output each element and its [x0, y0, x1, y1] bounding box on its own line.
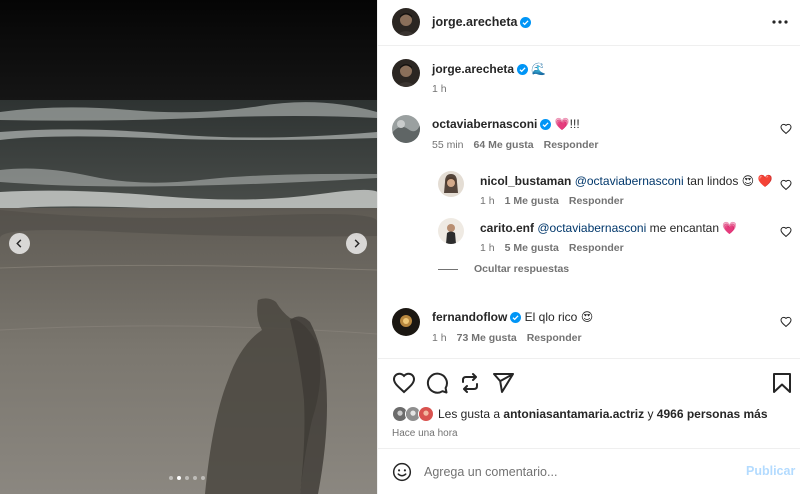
hide-replies-line — [438, 268, 458, 270]
comment-time[interactable]: 1 h — [432, 332, 447, 344]
comment-input[interactable] — [424, 462, 724, 482]
comment-body: octaviabernasconi 💗!!! — [432, 117, 580, 131]
reply-button[interactable]: Responder — [569, 242, 624, 254]
likes-user-link[interactable]: antoniasantamaria.actriz — [503, 407, 644, 421]
post-actions: Les gusta a antoniasantamaria.actriz y 4… — [378, 358, 800, 448]
carousel-previous-button[interactable] — [9, 233, 30, 254]
likes-others-link[interactable]: 4966 personas más — [657, 407, 768, 421]
likers-avatars[interactable] — [392, 406, 436, 422]
hide-replies-label[interactable]: Ocultar respuestas — [474, 263, 569, 275]
reply-body: nicol_bustaman @octaviabernasconi tan li… — [480, 174, 772, 188]
hide-replies-button[interactable]: Ocultar respuestas — [438, 263, 569, 275]
comment-meta: 1 h 73 Me gusta Responder — [432, 332, 592, 344]
reply-avatar[interactable] — [438, 171, 464, 197]
comment-username[interactable]: fernandoflow — [432, 310, 507, 324]
like-comment-heart-icon[interactable] — [780, 316, 792, 328]
likes-summary: Les gusta a antoniasantamaria.actriz y 4… — [392, 406, 768, 422]
reply-body: carito.enf @octaviabernasconi me encanta… — [480, 221, 737, 235]
comment-time[interactable]: 1 h — [480, 242, 495, 254]
comment-avatar[interactable] — [392, 308, 420, 336]
likes-joiner: y — [647, 407, 654, 421]
post-header: jorge.arecheta — [378, 0, 800, 46]
caption-avatar[interactable] — [392, 59, 420, 87]
comment-likes[interactable]: 73 Me gusta — [457, 332, 517, 344]
mention-link[interactable]: @octaviabernasconi — [575, 174, 684, 188]
caption-time[interactable]: 1 h — [432, 83, 447, 95]
caption-meta: 1 h — [432, 83, 457, 95]
more-horizontal-icon — [772, 20, 788, 24]
comment-composer: Publicar — [378, 448, 800, 494]
more-options-button[interactable] — [768, 12, 792, 32]
chevron-left-icon — [16, 239, 22, 248]
like-comment-heart-icon[interactable] — [780, 226, 792, 238]
comment-username[interactable]: carito.enf — [480, 221, 534, 235]
carousel-dot — [177, 476, 181, 480]
beach-night-photo — [0, 0, 377, 494]
likes-prefix: Les gusta a — [438, 407, 501, 421]
comment-text: tan lindos 😍 ❤️ — [686, 174, 773, 188]
liker-avatar — [418, 406, 434, 422]
comments-list[interactable]: jorge.arecheta 🌊 1 h octaviabernasconi 💗… — [378, 46, 800, 358]
comment-username[interactable]: octaviabernasconi — [432, 117, 537, 131]
post-time-ago[interactable]: Hace una hora — [392, 428, 458, 439]
carousel-dot — [201, 476, 205, 480]
carousel-dot — [185, 476, 189, 480]
carousel-indicator — [169, 476, 205, 480]
chevron-right-icon — [354, 239, 360, 248]
share-send-icon[interactable] — [491, 371, 515, 395]
like-comment-heart-icon[interactable] — [780, 123, 792, 135]
comment-bubble-icon[interactable] — [425, 371, 449, 395]
author-avatar[interactable] — [392, 8, 420, 36]
comment-text: 💗!!! — [554, 117, 580, 131]
reply-button[interactable]: Responder — [527, 332, 582, 344]
verified-badge-icon — [517, 64, 529, 75]
caption-username[interactable]: jorge.arecheta — [432, 62, 514, 76]
like-heart-icon[interactable] — [392, 371, 416, 395]
verified-badge-icon — [520, 17, 532, 28]
caption-text: 🌊 — [531, 62, 547, 76]
repost-icon[interactable] — [458, 371, 482, 395]
post-viewer: jorge.arecheta jorge.arecheta 🌊 1 h octa… — [0, 0, 800, 494]
carousel-dot — [169, 476, 173, 480]
reply-button[interactable]: Responder — [544, 139, 599, 151]
comment-time[interactable]: 1 h — [480, 195, 495, 207]
emoji-icon[interactable] — [392, 462, 412, 482]
reply-button[interactable]: Responder — [569, 195, 624, 207]
like-comment-heart-icon[interactable] — [780, 179, 792, 191]
comment-meta: 1 h 5 Me gusta Responder — [480, 242, 634, 254]
comment-time[interactable]: 55 min — [432, 139, 464, 151]
avatar-image — [392, 115, 420, 143]
author-username-text[interactable]: jorge.arecheta — [432, 15, 517, 29]
save-bookmark-icon[interactable] — [770, 371, 794, 395]
mention-link[interactable]: @octaviabernasconi — [537, 221, 646, 235]
comment-avatar[interactable] — [392, 115, 420, 143]
verified-badge-icon — [540, 119, 552, 130]
verified-badge-icon — [510, 312, 522, 323]
comment-meta: 55 min 64 Me gusta Responder — [432, 139, 608, 151]
comment-text: El qlo rico 😍 — [524, 310, 594, 324]
comment-body: fernandoflow El qlo rico 😍 — [432, 310, 593, 324]
caption: jorge.arecheta 🌊 — [432, 62, 546, 76]
publish-button[interactable]: Publicar — [746, 464, 795, 478]
carousel-next-button[interactable] — [346, 233, 367, 254]
comment-text: me encantan 💗 — [649, 221, 738, 235]
comment-meta: 1 h 1 Me gusta Responder — [480, 195, 634, 207]
comment-likes[interactable]: 64 Me gusta — [474, 139, 534, 151]
post-details-panel: jorge.arecheta jorge.arecheta 🌊 1 h octa… — [377, 0, 800, 494]
avatar-image — [392, 59, 420, 87]
author-username[interactable]: jorge.arecheta — [432, 15, 532, 29]
avatar-image — [438, 171, 464, 197]
reply-avatar[interactable] — [438, 218, 464, 244]
comment-likes[interactable]: 1 Me gusta — [505, 195, 559, 207]
post-media[interactable] — [0, 0, 377, 494]
avatar-image — [438, 218, 464, 244]
avatar-image — [392, 8, 420, 36]
comment-likes[interactable]: 5 Me gusta — [505, 242, 559, 254]
comment-username[interactable]: nicol_bustaman — [480, 174, 571, 188]
avatar-image — [392, 308, 420, 336]
carousel-dot — [193, 476, 197, 480]
